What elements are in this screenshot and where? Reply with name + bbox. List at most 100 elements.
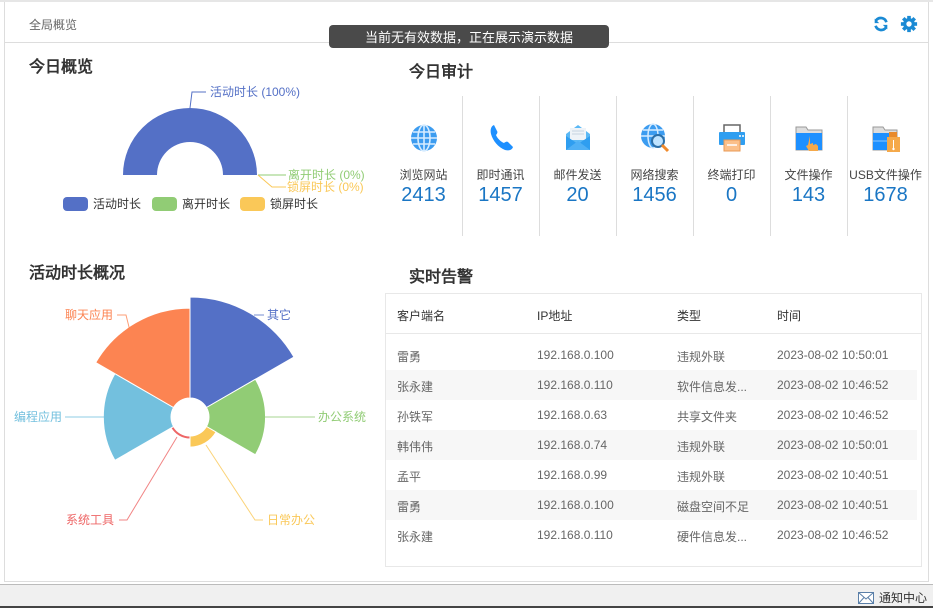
cell-ip: 192.168.0.63: [537, 408, 608, 422]
folder-touch-icon: [795, 126, 822, 151]
audit-item-label: 浏览网站: [399, 168, 448, 182]
audit-item-value: 1456: [632, 184, 677, 206]
cell-type: 违规外联: [677, 470, 726, 484]
alerts-title: 实时告警: [409, 269, 474, 286]
table-row[interactable]: 孟平 192.168.0.99 违规外联 2023-08-02 10:40:51: [386, 460, 917, 490]
activity-rose-chart: 其它办公系统日常办公 系统工具 编程应用 聊天应用: [14, 296, 366, 527]
table-row[interactable]: 韩伟伟 192.168.0.74 违规外联 2023-08-02 10:50:01: [386, 430, 917, 460]
cell-time: 2023-08-02 10:40:51: [777, 498, 889, 512]
gear-icon[interactable]: [900, 15, 918, 33]
table-row[interactable]: 张永建 192.168.0.110 硬件信息发... 2023-08-02 10:46…: [386, 520, 917, 550]
table-row[interactable]: 雷勇 192.168.0.100 磁盘空间不足 2023-08-02 10:40:51: [386, 490, 917, 520]
audit-item[interactable]: 文件操作 143: [770, 96, 848, 236]
globe-icon: [410, 124, 437, 152]
audit-item-value: 1457: [478, 184, 523, 206]
status-bar: 通知中心: [0, 584, 933, 606]
cell-client: 雷勇: [397, 350, 422, 364]
alerts-table: 客户端名 IP地址 类型 时间 雷勇 192.168.0.100 违规外联 2023-…: [385, 293, 922, 567]
cell-time: 2023-08-02 10:40:51: [777, 468, 889, 482]
cell-time: 2023-08-02 10:46:52: [777, 408, 889, 422]
cell-time: 2023-08-02 10:50:01: [777, 348, 889, 362]
envelope-icon: [857, 591, 874, 604]
cell-client: 孙铁军: [397, 410, 434, 424]
table-row[interactable]: 孙铁军 192.168.0.63 共享文件夹 2023-08-02 10:46:52: [386, 400, 917, 430]
audit-item[interactable]: 浏览网站 2413: [385, 96, 463, 236]
audit-item-value: 143: [791, 184, 826, 206]
slice-label: 锁屏时长 (0%): [287, 179, 364, 194]
col-time: 时间: [777, 309, 802, 323]
rose-slice[interactable]: [189, 425, 217, 448]
cell-time: 2023-08-02 10:46:52: [777, 378, 889, 392]
cell-type: 违规外联: [677, 350, 726, 364]
rose-slice[interactable]: [170, 425, 191, 440]
notification-center-button[interactable]: 通知中心: [857, 589, 927, 606]
cell-client: 张永建: [397, 530, 434, 544]
legend-swatch[interactable]: [240, 197, 265, 211]
legend-label[interactable]: 活动时长: [93, 197, 141, 211]
audit-item-label: 终端打印: [707, 168, 756, 182]
page-title: 全局概览: [29, 18, 78, 32]
cell-ip: 192.168.0.110: [537, 378, 613, 392]
audit-item[interactable]: 终端打印 0: [693, 96, 771, 236]
label-line: [189, 91, 206, 109]
audit-item[interactable]: USB文件操作 1678: [847, 96, 924, 236]
rose-label: 聊天应用: [65, 307, 113, 322]
phone-icon: [490, 125, 513, 151]
audit-item-label: 文件操作: [784, 168, 833, 182]
cell-client: 韩伟伟: [397, 440, 434, 454]
audit-item[interactable]: 网络搜索 1456: [616, 96, 694, 236]
refresh-icon[interactable]: [872, 15, 890, 33]
table-row[interactable]: 张永建 192.168.0.110 软件信息发... 2023-08-02 10:46…: [386, 370, 917, 400]
demo-data-toast: 当前无有效数据，正在展示演示数据: [329, 25, 609, 48]
cell-type: 硬件信息发...: [677, 530, 748, 544]
audit-item-value: 20: [566, 184, 589, 206]
printer-icon: [718, 124, 745, 152]
cell-client: 张永建: [397, 380, 434, 394]
alerts-table-header: 客户端名 IP地址 类型 时间: [386, 294, 921, 334]
legend-swatch[interactable]: [63, 197, 88, 211]
audit-item-value: 2413: [401, 184, 446, 206]
activity-title: 活动时长概况: [29, 265, 126, 282]
cell-type: 共享文件夹: [677, 410, 738, 424]
label-line: [257, 174, 286, 188]
legend-swatch[interactable]: [152, 197, 177, 211]
slice-label: 活动时长 (100%): [210, 85, 300, 99]
cell-client: 雷勇: [397, 500, 422, 514]
cell-type: 违规外联: [677, 440, 726, 454]
mail-icon: [565, 125, 590, 150]
cell-type: 磁盘空间不足: [677, 500, 750, 514]
half-donut-slice[interactable]: [123, 108, 257, 175]
cell-client: 孟平: [397, 470, 422, 484]
cell-ip: 192.168.0.100: [537, 348, 614, 362]
audit-item-value: 1678: [863, 184, 908, 206]
cell-type: 软件信息发...: [677, 380, 748, 394]
overview-half-donut-chart: 活动时长 (100%)离开时长 (0%)锁屏时长 (0%)活动时长 离开时长 锁屏时…: [63, 85, 365, 211]
web-search-icon: [640, 123, 669, 153]
usb-folder-icon: [872, 126, 900, 152]
audit-item[interactable]: 邮件发送 20: [539, 96, 617, 236]
col-type: 类型: [677, 309, 702, 323]
rose-label: 编程应用: [14, 409, 62, 424]
col-client: 客户端名: [397, 309, 446, 323]
audit-item-label: 网络搜索: [630, 168, 679, 182]
audit-item[interactable]: 即时通讯 1457: [462, 96, 540, 236]
notification-center-label: 通知中心: [878, 591, 927, 605]
cell-time: 2023-08-02 10:46:52: [777, 528, 889, 542]
cell-time: 2023-08-02 10:50:01: [777, 438, 889, 452]
cell-ip: 192.168.0.110: [537, 528, 613, 542]
table-row[interactable]: 雷勇 192.168.0.100 违规外联 2023-08-02 10:50:01: [386, 340, 917, 370]
audit-item-label: 邮件发送: [553, 168, 602, 182]
audit-item-value: 0: [725, 184, 738, 206]
cell-ip: 192.168.0.74: [537, 438, 608, 452]
rose-label: 其它: [267, 307, 291, 322]
col-ip: IP地址: [537, 309, 573, 323]
cell-ip: 192.168.0.100: [537, 498, 614, 512]
label-line: [205, 444, 263, 521]
rose-label: 办公系统: [318, 409, 366, 424]
audit-title: 今日审计: [409, 64, 474, 81]
rose-label: 日常办公: [267, 512, 315, 527]
rose-label: 系统工具: [66, 513, 114, 527]
legend-label[interactable]: 离开时长: [182, 196, 230, 211]
legend-label[interactable]: 锁屏时长: [270, 196, 318, 211]
audit-item-label: 即时通讯: [476, 168, 525, 182]
